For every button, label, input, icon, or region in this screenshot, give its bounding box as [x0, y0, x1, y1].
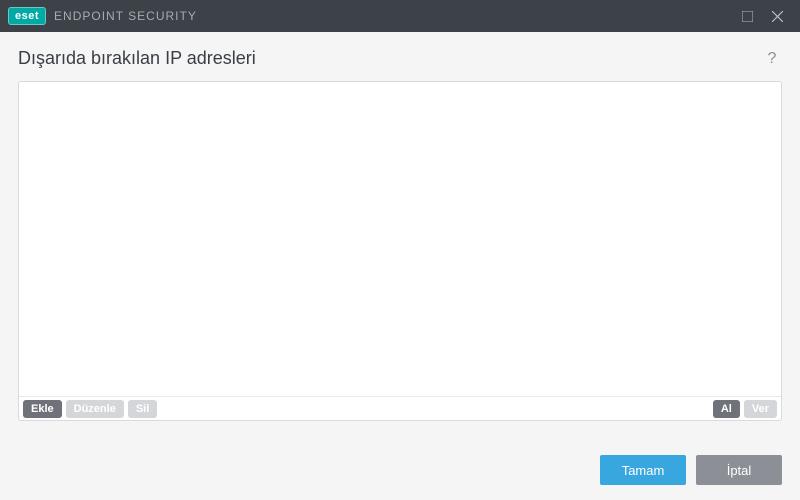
- list-toolbar: Ekle Düzenle Sil Al Ver: [19, 396, 781, 420]
- minimize-icon: [742, 11, 753, 22]
- delete-button: Sil: [128, 400, 157, 418]
- minimize-button[interactable]: [732, 0, 762, 32]
- eset-logo: eset: [8, 7, 46, 25]
- edit-button: Düzenle: [66, 400, 124, 418]
- add-button[interactable]: Ekle: [23, 400, 62, 418]
- app-title: ENDPOINT SECURITY: [54, 9, 197, 23]
- export-button: Ver: [744, 400, 777, 418]
- ok-button[interactable]: Tamam: [600, 455, 686, 485]
- ip-list-panel: Ekle Düzenle Sil Al Ver: [18, 81, 782, 421]
- ip-address-list[interactable]: [19, 82, 781, 396]
- help-button[interactable]: ?: [762, 50, 782, 68]
- cancel-button[interactable]: İptal: [696, 455, 782, 485]
- close-button[interactable]: [762, 0, 792, 32]
- page-title: Dışarıda bırakılan IP adresleri: [18, 48, 762, 69]
- import-button[interactable]: Al: [713, 400, 740, 418]
- dialog-footer: Tamam İptal: [0, 439, 800, 485]
- titlebar: eset ENDPOINT SECURITY: [0, 0, 800, 32]
- close-icon: [772, 11, 783, 22]
